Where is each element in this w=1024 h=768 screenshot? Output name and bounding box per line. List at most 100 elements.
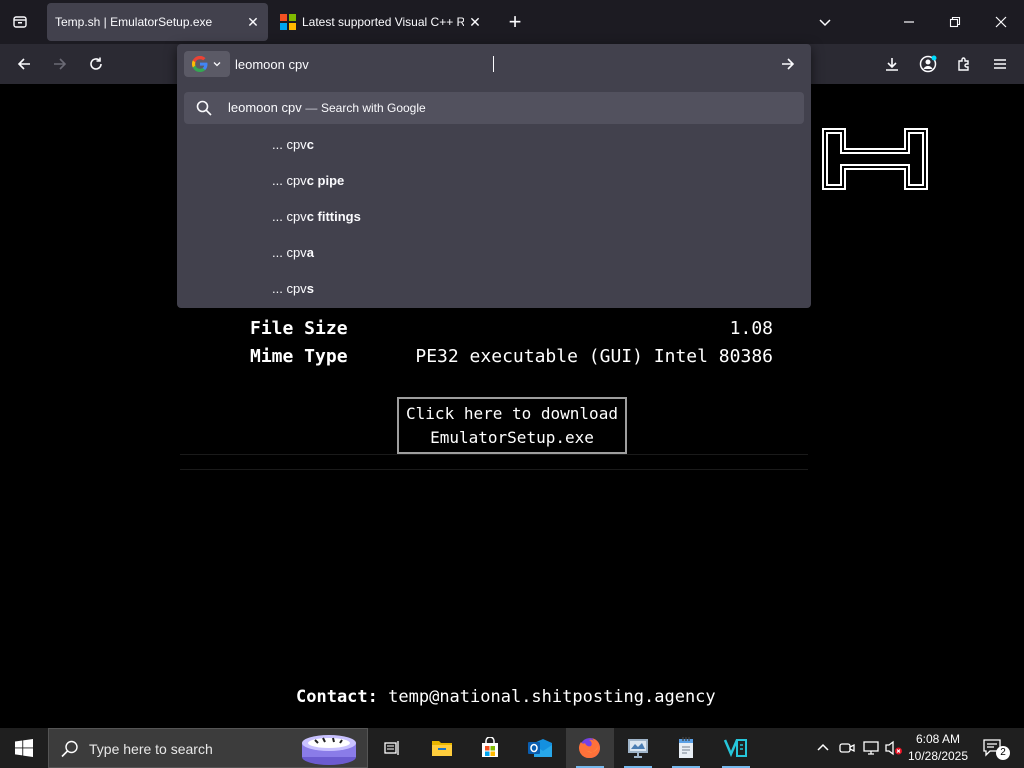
chevron-up-icon [817, 743, 829, 751]
urlbar [177, 44, 811, 84]
download-button-line-2: EmulatorSetup.exe [430, 428, 594, 447]
suggestion-completion: c fittings [306, 208, 361, 224]
menu-button[interactable] [986, 50, 1014, 78]
divider [180, 469, 808, 470]
suggestion-completion: s [306, 280, 314, 296]
tab-title: Latest supported Visual C++ Redistributa… [302, 15, 464, 29]
firefox-view-icon [13, 16, 27, 28]
volume-button[interactable] [883, 728, 905, 768]
minimize-button[interactable] [886, 8, 932, 36]
file-explorer-button[interactable] [418, 728, 466, 768]
forward-button[interactable] [46, 50, 74, 78]
notepad-button[interactable] [662, 728, 710, 768]
urlbar-dropdown: leomoon cpv — Search with Google ... cpv… [177, 44, 811, 308]
mime-type-label: Mime Type [250, 346, 348, 367]
reload-button[interactable] [82, 50, 110, 78]
suggestion-prefix: ... cpv [272, 136, 307, 152]
mime-type-value: PE32 executable (GUI) Intel 80386 [415, 346, 773, 367]
folder-icon [432, 741, 452, 756]
tab-visual-cpp[interactable]: Latest supported Visual C++ Redistributa… [272, 3, 490, 41]
meet-now-button[interactable] [836, 728, 858, 768]
divider [180, 454, 808, 455]
text-caret [493, 56, 494, 72]
remote-desktop-icon [628, 739, 648, 758]
show-hidden-icons-button[interactable] [810, 728, 836, 768]
restore-icon [949, 16, 961, 28]
tab-close-button[interactable]: ✕ [464, 11, 486, 33]
suggestion-item[interactable]: ... cpv a [272, 240, 314, 264]
temp-sh-logo-icon [822, 128, 928, 190]
suggestion-item[interactable]: ... cpv c pipe [272, 168, 344, 192]
hamburger-menu-icon [994, 59, 1006, 69]
firefox-view-button[interactable] [6, 10, 34, 34]
list-all-tabs-button[interactable] [812, 10, 838, 34]
suggestion-completion: a [306, 244, 314, 260]
store-icon [482, 737, 498, 757]
arrow-right-icon [782, 58, 795, 70]
suggestion-prefix: ... cpv [272, 244, 307, 260]
search-suggestion-text: leomoon cpv — Search with Google [228, 100, 426, 115]
contact-email-link[interactable]: temp@national.shitposting.agency [388, 687, 716, 707]
tab-temp-sh[interactable]: Temp.sh | EmulatorSetup.exe ✕ [47, 3, 268, 41]
system-clock[interactable]: 6:08 AM 10/28/2025 [906, 731, 970, 765]
network-button[interactable] [859, 728, 883, 768]
tab-close-button[interactable]: ✕ [242, 11, 264, 33]
action-center-button[interactable]: 2 [976, 728, 1010, 768]
suggestion-item[interactable]: ... cpv s [272, 276, 314, 300]
remote-desktop-button[interactable] [614, 728, 662, 768]
url-input[interactable] [235, 54, 775, 74]
download-icon [886, 58, 898, 71]
taskbar-search-box[interactable]: Type here to search [48, 728, 368, 768]
search-engine-button[interactable] [184, 51, 230, 77]
notification-count-badge: 2 [996, 746, 1010, 760]
firefox-icon [578, 738, 600, 759]
windows-logo-icon [15, 739, 33, 757]
network-icon [863, 741, 879, 755]
download-button-line-1: Click here to download [406, 404, 618, 423]
firefox-button[interactable] [566, 728, 614, 768]
volume-muted-icon [885, 740, 902, 756]
suggestion-completion: c pipe [306, 172, 345, 188]
search-separator: — [305, 101, 318, 115]
visual-studio-installer-button[interactable] [712, 728, 760, 768]
close-icon [995, 16, 1007, 28]
suggestion-item[interactable]: ... cpv c [272, 132, 314, 156]
outlook-icon [528, 739, 552, 757]
search-icon [196, 100, 212, 116]
go-button[interactable] [777, 54, 799, 74]
download-button[interactable]: Click here to download EmulatorSetup.exe [397, 397, 627, 454]
restore-button[interactable] [932, 8, 978, 36]
suggestion-prefix: ... cpv [272, 280, 307, 296]
new-tab-button[interactable]: + [502, 9, 528, 34]
file-size-value: 1.08 [729, 318, 773, 339]
google-icon [192, 56, 208, 72]
task-view-button[interactable] [368, 728, 416, 768]
account-button[interactable] [914, 50, 942, 78]
reload-icon [90, 57, 102, 70]
clock-time: 6:08 AM [915, 732, 961, 746]
arrow-left-icon [17, 58, 30, 70]
taskbar: Type here to search 6:08 AM 10/28/2025 2 [0, 728, 1024, 768]
account-icon [919, 55, 937, 73]
chevron-down-icon [819, 19, 831, 27]
contact-line: Contact: temp@national.shitposting.agenc… [296, 687, 716, 707]
file-size-label: File Size [250, 318, 348, 339]
suggestion-completion: c [306, 136, 314, 152]
outlook-button[interactable] [516, 728, 564, 768]
chevron-down-icon [213, 62, 221, 67]
extensions-button[interactable] [950, 50, 978, 78]
microsoft-store-button[interactable] [466, 728, 514, 768]
suggestion-prefix: ... cpv [272, 172, 307, 188]
search-icon [61, 740, 78, 758]
suggestion-item[interactable]: ... cpv c fittings [272, 204, 361, 228]
downloads-button[interactable] [878, 50, 906, 78]
back-button[interactable] [10, 50, 38, 78]
close-window-button[interactable] [978, 8, 1024, 36]
arrow-right-icon [54, 58, 67, 70]
search-suggestion-row[interactable]: leomoon cpv — Search with Google [184, 92, 804, 124]
microsoft-logo-icon [280, 14, 296, 30]
start-button[interactable] [0, 728, 48, 768]
contact-label: Contact: [296, 687, 378, 707]
camera-icon [839, 743, 855, 753]
search-highlight-icon[interactable] [299, 731, 359, 767]
